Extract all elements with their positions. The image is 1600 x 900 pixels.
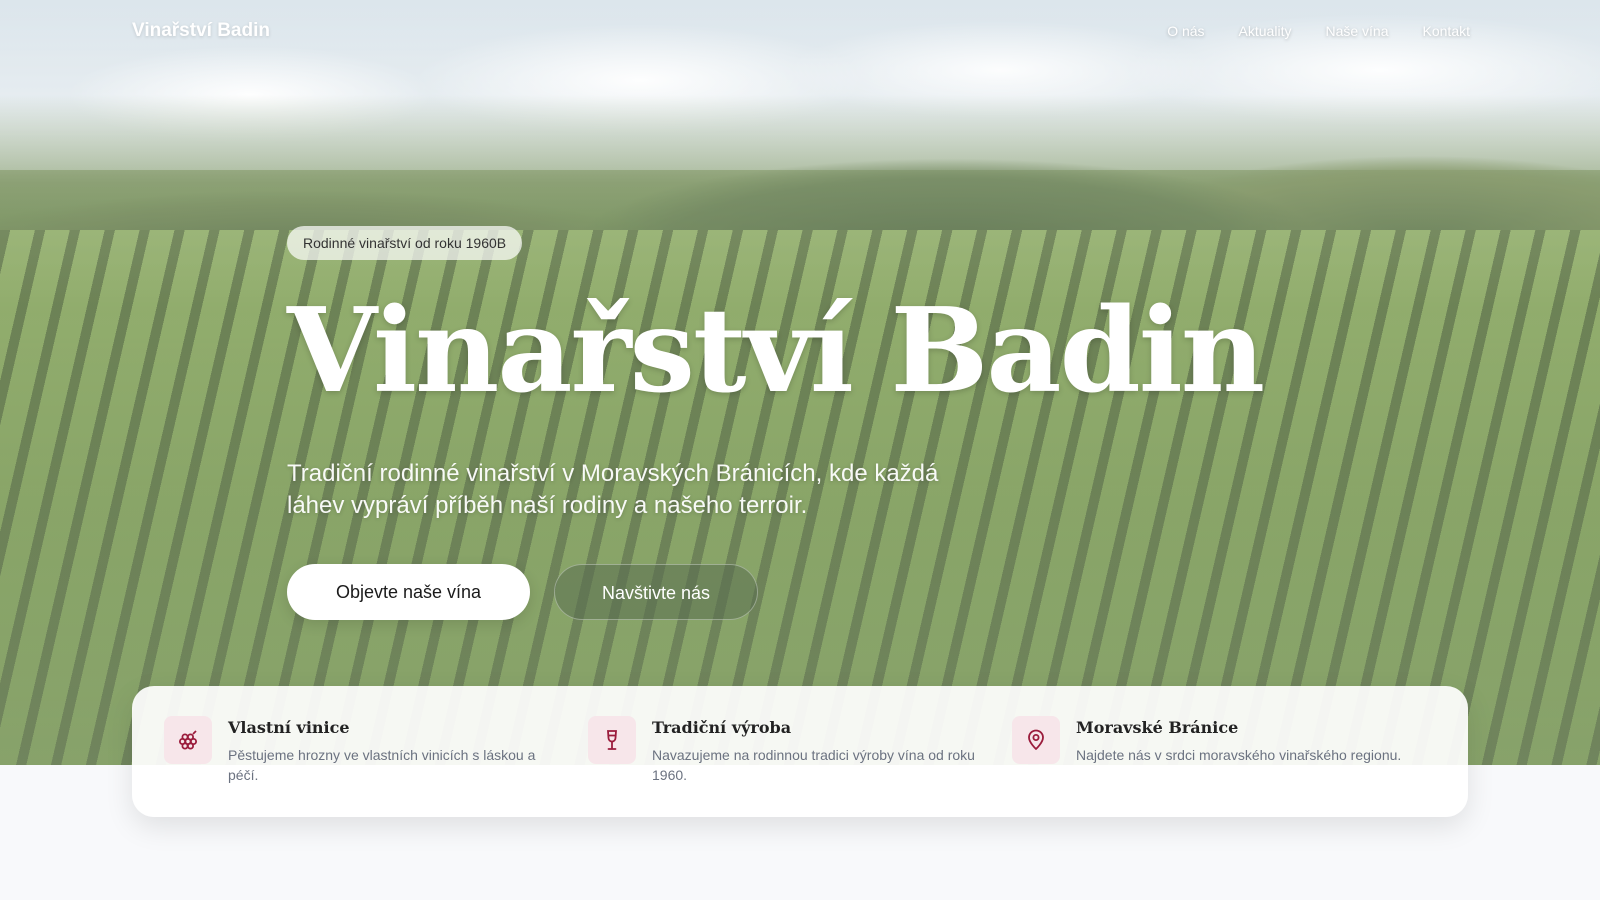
map-pin-icon: [1012, 716, 1060, 764]
hero-badge: Rodinné vinařství od roku 1960B: [287, 226, 523, 260]
features-card: Vlastní vinice Pěstujeme hrozny ve vlast…: [132, 686, 1468, 817]
nav-link-o-nas[interactable]: O nás: [1167, 23, 1204, 39]
feature-description: Najdete nás v srdci moravského vinařskéh…: [1076, 747, 1402, 763]
feature-title: Tradiční výroba: [652, 718, 792, 737]
feature-description: Pěstujeme hrozny ve vlastních vinicích s…: [228, 747, 536, 783]
feature-item-location: Moravské Bránice Najdete nás v srdci mor…: [1012, 716, 1436, 817]
nav-link-nase-vina[interactable]: Naše vína: [1325, 23, 1388, 39]
feature-item-production: Tradiční výroba Navazujeme na rodinnou t…: [588, 716, 1012, 817]
discover-wines-button[interactable]: Objevte naše vína: [287, 564, 530, 620]
grapes-icon: [164, 716, 212, 764]
wine-glass-icon: [588, 716, 636, 764]
feature-title: Vlastní vinice: [228, 718, 350, 737]
feature-description: Navazujeme na rodinnou tradici výroby ví…: [652, 747, 975, 783]
nav-links: O nás Aktuality Naše vína Kontakt: [1167, 23, 1470, 39]
nav-link-kontakt[interactable]: Kontakt: [1423, 23, 1470, 39]
feature-title: Moravské Bránice: [1076, 718, 1239, 737]
nav-link-aktuality[interactable]: Aktuality: [1239, 23, 1292, 39]
brand-logo[interactable]: Vinařství Badin: [132, 20, 270, 42]
feature-item-vineyards: Vlastní vinice Pěstujeme hrozny ve vlast…: [164, 716, 588, 817]
hero-title: Vinařství Badin: [287, 283, 1265, 419]
visit-us-button[interactable]: Navštivte nás: [554, 564, 758, 620]
hero-subtitle: Tradiční rodinné vinařství v Moravských …: [287, 460, 939, 519]
top-navigation: Vinařství Badin O nás Aktuality Naše vín…: [0, 0, 1600, 64]
